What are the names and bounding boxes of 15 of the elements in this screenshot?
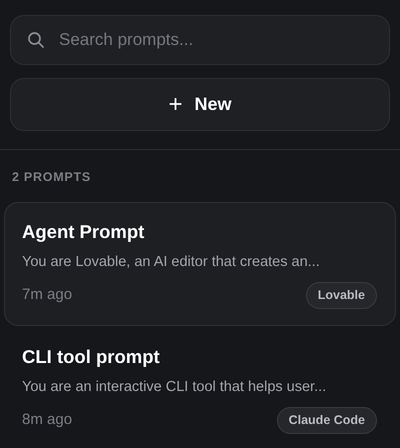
prompt-preview: You are an interactive CLI tool that helps user... xyxy=(22,378,328,397)
search-field[interactable]: Search prompts... xyxy=(10,15,390,65)
tag-badge: Claude Code xyxy=(276,406,377,434)
prompt-preview: You are Lovable, an AI editor that creates an... xyxy=(22,252,321,272)
tag-badge: Lovable xyxy=(306,282,377,308)
prompt-title: Agent Prompt xyxy=(22,220,146,244)
plus-icon: + xyxy=(168,92,182,116)
new-button[interactable]: + New xyxy=(10,78,390,131)
timestamp: 8m ago xyxy=(22,410,72,430)
prompt-count: 2 PROMPTS xyxy=(11,169,92,186)
prompt-card[interactable]: Agent Prompt You are Lovable, an AI editor that creates an... 7m ago Lovable xyxy=(4,202,396,326)
timestamp: 7m ago xyxy=(22,284,72,305)
search-icon xyxy=(27,31,45,49)
prompt-card[interactable]: CLI tool prompt You are an interactive CLI tool that helps user... 8m ago Claude Code xyxy=(4,326,396,448)
prompt-title: CLI tool prompt xyxy=(22,344,161,369)
